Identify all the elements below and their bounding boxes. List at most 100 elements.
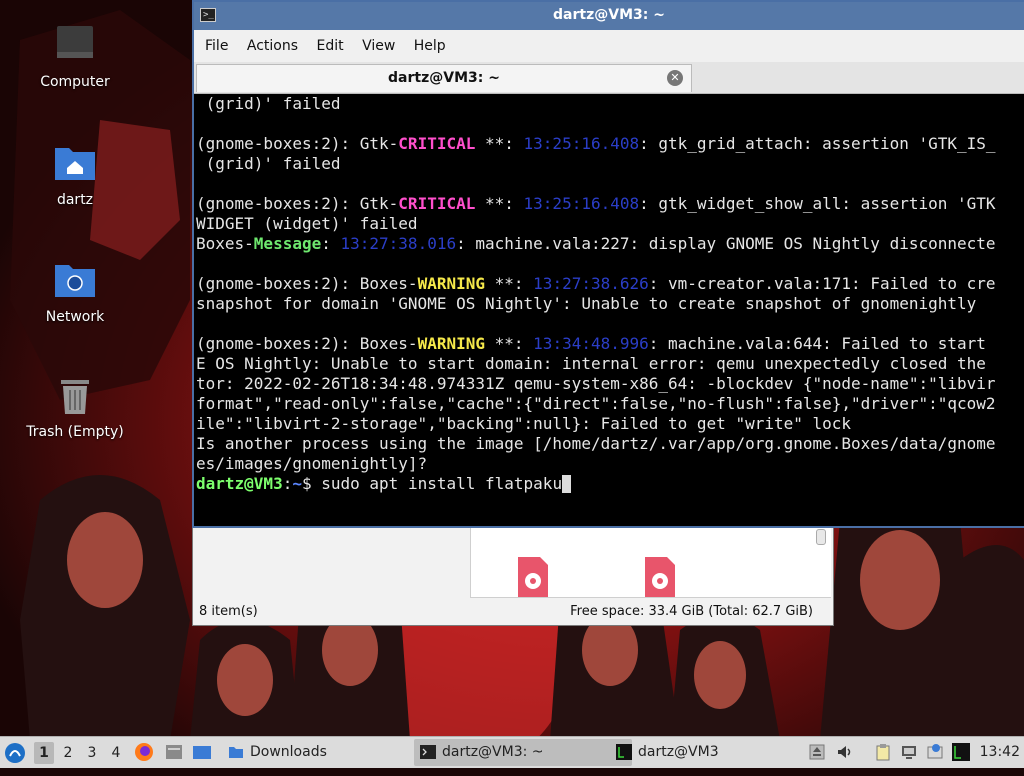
terminal-line: es/images/gnomenightly]?	[196, 454, 1024, 474]
task-label: dartz@VM3: ~	[442, 744, 544, 760]
task-downloads[interactable]: Downloads	[222, 739, 420, 766]
file-manager-launcher-icon[interactable]	[164, 742, 184, 762]
scrollbar[interactable]	[816, 529, 826, 545]
computer-icon	[51, 22, 99, 70]
log-time: 13:34:48.996	[533, 334, 649, 353]
log-text: **:	[475, 194, 524, 213]
task-terminal-2[interactable]: dartz@VM3	[610, 739, 828, 766]
prompt-separator: :	[282, 474, 293, 493]
terminal-line: (gnome-boxes:2): Gtk-CRITICAL **: 13:25:…	[196, 194, 1024, 214]
log-text: : machine.vala:644: Failed to start	[648, 334, 986, 353]
firefox-icon[interactable]	[134, 742, 154, 762]
task-terminal-active[interactable]: dartz@VM3: ~	[414, 739, 632, 766]
folder-icon	[229, 747, 243, 758]
desktop-icon-computer[interactable]: Computer	[15, 22, 135, 90]
desktop-icon-home[interactable]: dartz	[15, 140, 135, 208]
terminal-icon	[420, 745, 436, 759]
menu-actions[interactable]: Actions	[240, 30, 305, 54]
menu-view[interactable]: View	[355, 30, 402, 54]
terminal-line: Boxes-Message: 13:27:38.016: machine.val…	[196, 234, 1024, 254]
terminal-line: (gnome-boxes:2): Boxes-WARNING **: 13:34…	[196, 334, 1024, 354]
app-menu-button[interactable]	[4, 737, 30, 768]
command-input[interactable]: sudo apt install flatpaku	[321, 474, 562, 493]
network-icon[interactable]	[900, 743, 918, 761]
log-warn: WARNING	[417, 274, 485, 293]
log-text: (gnome-boxes:2): Boxes-	[196, 334, 418, 353]
prompt-symbol: $	[301, 474, 322, 493]
text-cursor	[562, 475, 572, 493]
terminal-line: (gnome-boxes:2): Gtk-CRITICAL **: 13:25:…	[196, 134, 1024, 154]
desktop-icon-network[interactable]: Network	[15, 257, 135, 325]
log-text: Boxes-	[196, 234, 254, 253]
task-label: Downloads	[250, 744, 327, 760]
terminal-line: Is another process using the image [/hom…	[196, 434, 1024, 454]
file-manager-window[interactable]: 8 item(s) Free space: 33.4 GiB (Total: 6…	[192, 526, 834, 626]
log-text: snapshot for domain 'GNOME OS Nightly': …	[196, 294, 977, 313]
tab-terminal[interactable]: dartz@VM3: ~ ✕	[196, 64, 692, 92]
close-icon[interactable]: ✕	[667, 70, 683, 86]
log-text: ile":"libvirt-2-storage","backing":null}…	[196, 414, 852, 433]
terminal-output[interactable]: (grid)' failed (gnome-boxes:2): Gtk-CRITI…	[196, 94, 1024, 526]
log-text: : machine.vala:227: display GNOME OS Nig…	[456, 234, 996, 253]
log-crit: CRITICAL	[398, 134, 476, 153]
lubuntu-logo-icon	[5, 743, 25, 763]
terminal-line: (gnome-boxes:2): Boxes-WARNING **: 13:27…	[196, 274, 1024, 294]
terminal-window[interactable]: >_ dartz@VM3: ~ File Actions Edit View H…	[192, 0, 1024, 528]
log-text: :	[321, 234, 341, 253]
home-folder-icon	[51, 140, 99, 188]
workspace-1[interactable]: 1	[34, 742, 54, 764]
terminal-icon	[616, 744, 632, 760]
terminal-line: WIDGET (widget)' failed	[196, 214, 1024, 234]
menu-file[interactable]: File	[198, 30, 235, 54]
log-text: WIDGET (widget)' failed	[196, 214, 418, 233]
volume-icon[interactable]	[836, 743, 854, 761]
clipboard-icon[interactable]	[874, 743, 892, 761]
prompt-line[interactable]: dartz@VM3:~$ sudo apt install flatpaku	[196, 474, 1024, 494]
log-text: (gnome-boxes:2): Gtk-	[196, 134, 399, 153]
status-bar: 8 item(s) Free space: 33.4 GiB (Total: 6…	[193, 599, 833, 625]
terminal-tray-icon[interactable]	[952, 743, 970, 761]
terminal-line: (grid)' failed	[196, 94, 1024, 114]
audio-file-icon[interactable]	[643, 557, 677, 597]
terminal-line: snapshot for domain 'GNOME OS Nightly': …	[196, 294, 1024, 314]
desktop-icon-trash[interactable]: Trash (Empty)	[15, 372, 135, 440]
audio-file-icon[interactable]	[516, 557, 550, 597]
workspace-3[interactable]: 3	[82, 742, 102, 764]
show-desktop-icon[interactable]	[192, 742, 212, 762]
terminal-line: (grid)' failed	[196, 154, 1024, 174]
workspace-2[interactable]: 2	[58, 742, 78, 764]
terminal-line: ile":"libvirt-2-storage","backing":null}…	[196, 414, 1024, 434]
log-text: **:	[485, 334, 534, 353]
tab-bar: dartz@VM3: ~ ✕	[194, 62, 1024, 94]
window-titlebar[interactable]: >_ dartz@VM3: ~	[194, 2, 1024, 30]
prompt-path: ~	[292, 474, 302, 493]
log-text: E OS Nightly: Unable to start domain: in…	[196, 354, 986, 373]
log-text: : gtk_widget_show_all: assertion 'GTK	[639, 194, 996, 213]
log-time: 13:27:38.626	[533, 274, 649, 293]
task-label: dartz@VM3	[638, 744, 719, 760]
log-msg: Message	[253, 234, 322, 253]
file-view[interactable]	[470, 527, 831, 598]
log-text: Is another process using the image [/hom…	[196, 434, 996, 453]
network-folder-icon	[51, 257, 99, 305]
clock[interactable]: 13:42	[980, 737, 1020, 768]
desktop-icon-label: Computer	[40, 74, 110, 90]
notification-icon[interactable]	[926, 743, 944, 761]
window-title: dartz@VM3: ~	[553, 7, 665, 23]
menu-edit[interactable]: Edit	[309, 30, 350, 54]
desktop-icon-label: Network	[45, 309, 105, 325]
trash-icon	[51, 372, 99, 420]
terminal-line: tor: 2022-02-26T18:34:48.974331Z qemu-sy…	[196, 374, 1024, 394]
upload-icon[interactable]	[808, 743, 826, 761]
menu-help[interactable]: Help	[407, 30, 453, 54]
desktop-icon-label: Trash (Empty)	[26, 424, 124, 440]
log-text: **:	[475, 134, 524, 153]
log-text: (gnome-boxes:2): Boxes-	[196, 274, 418, 293]
taskbar: 1 2 3 4 Downloads dartz@VM3: ~ dartz@VM3…	[0, 736, 1024, 768]
log-text: : vm-creator.vala:171: Failed to cre	[648, 274, 996, 293]
workspace-4[interactable]: 4	[106, 742, 126, 764]
